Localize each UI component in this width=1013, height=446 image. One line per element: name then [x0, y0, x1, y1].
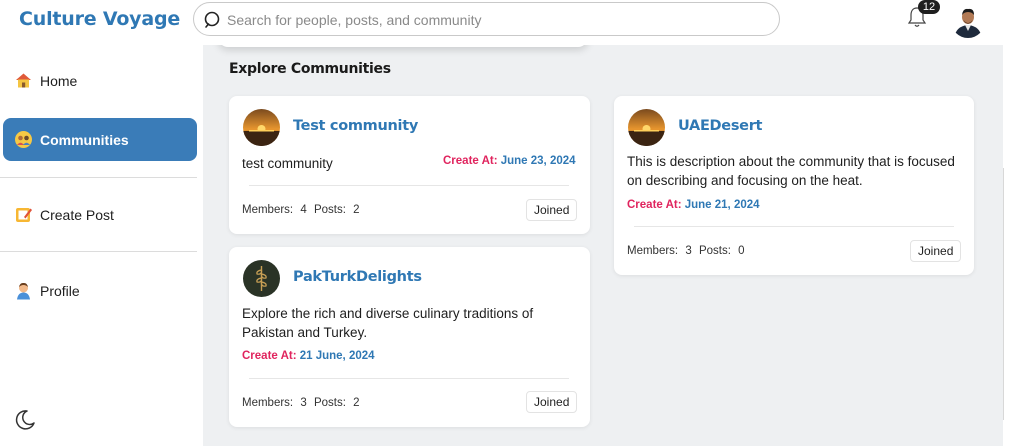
- created-label: Create At:: [627, 199, 682, 211]
- community-stats: Members: 3 Posts: 0: [627, 245, 749, 257]
- sidebar-item-create-post[interactable]: Create Post: [3, 193, 197, 236]
- sidebar-divider: [0, 251, 197, 252]
- card-divider: [249, 378, 569, 379]
- community-avatar: [243, 260, 280, 297]
- joined-button[interactable]: Joined: [526, 391, 578, 413]
- sidebar-item-label: Home: [40, 72, 78, 89]
- home-icon: [16, 73, 31, 88]
- community-created-date: Create At: 21 June, 2024: [242, 350, 375, 362]
- sidebar-item-label: Communities: [40, 131, 129, 148]
- community-description: test community: [242, 156, 333, 171]
- sidebar-item-communities[interactable]: Communities: [3, 118, 197, 161]
- card-divider: [249, 185, 569, 186]
- posts-label: Posts:: [313, 204, 346, 216]
- sidebar-item-profile[interactable]: Profile: [3, 269, 197, 312]
- sidebar-item-home[interactable]: Home: [3, 59, 197, 102]
- scrollbar-thumb[interactable]: [1003, 168, 1009, 420]
- members-count: 4: [300, 204, 307, 216]
- community-avatar: [628, 109, 665, 146]
- community-description: Explore the rich and diverse culinary tr…: [242, 306, 534, 340]
- community-avatar: [243, 109, 280, 146]
- main-content: Explore Communities Test community test …: [203, 45, 1003, 446]
- joined-button[interactable]: Joined: [526, 199, 578, 221]
- community-card-test-community[interactable]: Test community test community Create At:…: [229, 96, 590, 234]
- community-card-uaedesert[interactable]: UAEDesert This is description about the …: [614, 96, 974, 275]
- search-icon: [204, 11, 220, 28]
- community-name[interactable]: Test community: [293, 118, 418, 134]
- community-created-date: Create At: June 21, 2024: [627, 199, 760, 211]
- created-label: Create At:: [242, 350, 297, 362]
- search-input[interactable]: [227, 8, 767, 32]
- create-post-icon: [16, 208, 32, 222]
- community-card-pakturkdelights[interactable]: PakTurkDelights Explore the rich and div…: [229, 247, 590, 427]
- posts-count: 2: [353, 397, 360, 409]
- moon-icon[interactable]: [10, 405, 40, 435]
- members-count: 3: [300, 397, 307, 409]
- app-logo[interactable]: Culture Voyage: [19, 8, 180, 30]
- posts-label: Posts:: [698, 245, 731, 257]
- community-name[interactable]: UAEDesert: [678, 118, 762, 134]
- communities-icon: [15, 131, 32, 148]
- created-value: June 21, 2024: [684, 199, 760, 211]
- page-title: Explore Communities: [229, 61, 391, 77]
- user-avatar[interactable]: [951, 4, 985, 38]
- top-header: Culture Voyage 12: [0, 0, 1013, 45]
- members-count: 3: [685, 245, 692, 257]
- card-divider: [634, 226, 954, 227]
- members-label: Members:: [242, 204, 294, 216]
- search-bar[interactable]: [193, 2, 780, 36]
- notification-count-badge: 12: [918, 0, 940, 14]
- community-description: This is description about the community …: [627, 154, 955, 188]
- sidebar-item-label: Profile: [40, 282, 80, 299]
- posts-count: 0: [738, 245, 745, 257]
- joined-button[interactable]: Joined: [910, 240, 962, 262]
- sidebar-item-label: Create Post: [40, 206, 114, 223]
- posts-label: Posts:: [313, 397, 346, 409]
- created-value: 21 June, 2024: [299, 350, 375, 362]
- members-label: Members:: [242, 397, 294, 409]
- profile-icon: [17, 282, 30, 300]
- community-stats: Members: 3 Posts: 2: [242, 397, 364, 409]
- posts-count: 2: [353, 204, 360, 216]
- previous-card-edge: [218, 45, 588, 47]
- created-value: June 23, 2024: [500, 155, 576, 167]
- app-root: Culture Voyage 12: [0, 0, 1013, 446]
- community-name[interactable]: PakTurkDelights: [293, 269, 422, 285]
- sidebar: Home Communities Create Post Profile: [0, 45, 203, 446]
- created-label: Create At:: [443, 155, 498, 167]
- sidebar-divider: [0, 177, 197, 178]
- members-label: Members:: [627, 245, 679, 257]
- community-stats: Members: 4 Posts: 2: [242, 204, 364, 216]
- community-created-date: Create At: June 23, 2024: [443, 155, 576, 167]
